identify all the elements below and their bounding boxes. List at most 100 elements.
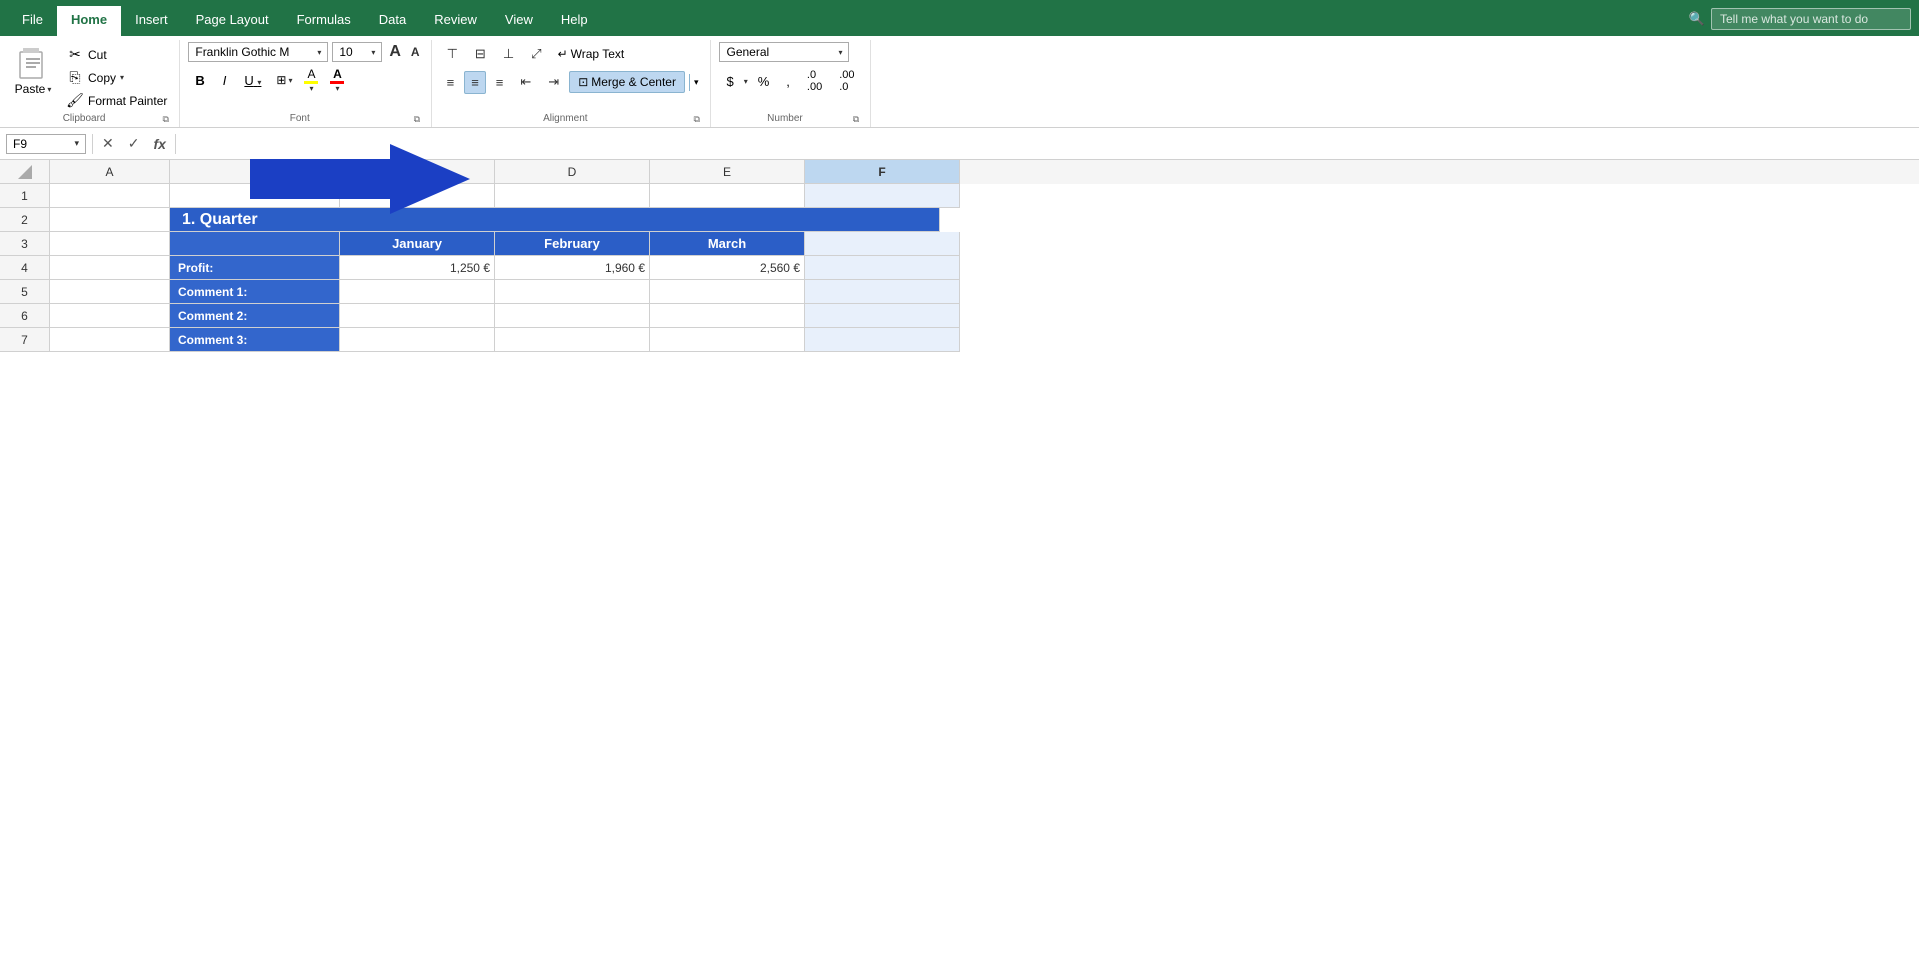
copy-button[interactable]: ⎘ Copy ▾ [62,67,171,88]
col-header-b[interactable]: B [170,160,340,184]
font-size-dropdown-arrow[interactable]: ▾ [371,48,375,57]
tab-formulas[interactable]: Formulas [283,6,365,36]
corner-cell[interactable] [0,160,50,184]
cell-f6[interactable] [805,304,960,328]
row-header-1[interactable]: 1 [0,184,50,208]
cell-b4[interactable]: Profit: [170,256,340,280]
cell-e3[interactable]: March [650,232,805,256]
cell-d7[interactable] [495,328,650,352]
number-expand-button[interactable]: ⧉ [850,113,861,125]
currency-dropdown-arrow[interactable]: ▾ [744,77,748,86]
col-header-f[interactable]: F [805,160,960,184]
indent-increase-button[interactable]: ⇥ [541,70,566,94]
alignment-expand-button[interactable]: ⧉ [691,113,702,125]
cell-d3[interactable]: February [495,232,650,256]
col-header-e[interactable]: E [650,160,805,184]
cell-e4[interactable]: 2,560 € [650,256,805,280]
align-bottom-button[interactable]: ⊥ [496,42,521,66]
search-input[interactable] [1711,8,1911,30]
cell-f4[interactable] [805,256,960,280]
cell-c1[interactable] [340,184,495,208]
cell-e1[interactable] [650,184,805,208]
cell-c7[interactable] [340,328,495,352]
font-color-button[interactable]: A ▾ [326,66,348,94]
cell-e7[interactable] [650,328,805,352]
bold-button[interactable]: B [188,70,211,91]
paste-dropdown-arrow[interactable]: ▾ [47,85,51,94]
paste-button[interactable]: Paste ▾ [8,42,58,100]
col-header-a[interactable]: A [50,160,170,184]
tab-help[interactable]: Help [547,6,602,36]
row-header-4[interactable]: 4 [0,256,50,280]
merge-center-dropdown-button[interactable]: ▾ [689,74,703,91]
font-expand-button[interactable]: ⧉ [411,113,422,125]
row-header-5[interactable]: 5 [0,280,50,304]
tab-home[interactable]: Home [57,6,121,36]
cell-b5[interactable]: Comment 1: [170,280,340,304]
tab-file[interactable]: File [8,6,57,36]
cell-f5[interactable] [805,280,960,304]
row-header-3[interactable]: 3 [0,232,50,256]
col-header-d[interactable]: D [495,160,650,184]
font-grow-button[interactable]: A [386,43,404,61]
cell-reference-box[interactable]: F9 ▾ [6,134,86,154]
cell-d5[interactable] [495,280,650,304]
cell-f1[interactable] [805,184,960,208]
row-header-6[interactable]: 6 [0,304,50,328]
currency-button[interactable]: $ [719,71,740,92]
formula-cancel-button[interactable]: ✕ [99,134,117,153]
align-top-button[interactable]: ⊤ [440,42,465,66]
font-name-selector[interactable]: Franklin Gothic M ▾ [188,42,328,62]
merge-center-button[interactable]: ⊡ Merge & Center [569,71,685,93]
tab-insert[interactable]: Insert [121,6,182,36]
italic-button[interactable]: I [216,70,234,91]
comma-button[interactable]: , [779,71,797,92]
indent-decrease-button[interactable]: ⇤ [513,70,538,94]
align-middle-button[interactable]: ⊟ [468,42,493,66]
orientation-button[interactable]: ⤢ [524,42,548,66]
underline-dropdown-arrow[interactable]: ▾ [257,78,261,87]
underline-button[interactable]: U ▾ [237,70,268,91]
col-header-c[interactable]: C [340,160,495,184]
clipboard-expand-button[interactable]: ⧉ [160,113,171,125]
borders-button[interactable]: ⊞ ▾ [272,71,296,89]
cell-b6[interactable]: Comment 2: [170,304,340,328]
fill-color-button[interactable]: A ▾ [300,66,322,94]
cell-f7[interactable] [805,328,960,352]
tab-page-layout[interactable]: Page Layout [182,6,283,36]
cell-d6[interactable] [495,304,650,328]
format-painter-button[interactable]: 🖌 Format Painter [62,90,171,111]
cell-c5[interactable] [340,280,495,304]
cell-a1[interactable] [50,184,170,208]
number-format-selector[interactable]: General ▾ [719,42,849,62]
formula-confirm-button[interactable]: ✓ [125,134,143,153]
tab-view[interactable]: View [491,6,547,36]
cell-b7[interactable]: Comment 3: [170,328,340,352]
cell-c3[interactable]: January [340,232,495,256]
cut-button[interactable]: ✂ Cut [62,44,171,65]
row-header-2[interactable]: 2 [0,208,50,232]
font-color-dropdown-arrow[interactable]: ▾ [335,84,339,93]
percent-button[interactable]: % [751,71,777,92]
cell-ref-dropdown-arrow[interactable]: ▾ [74,138,79,149]
formula-function-button[interactable]: fx [150,135,168,153]
copy-dropdown-arrow[interactable]: ▾ [120,73,124,82]
wrap-text-button[interactable]: ↵ Wrap Text [552,45,631,63]
borders-dropdown-arrow[interactable]: ▾ [288,76,292,85]
align-left-button[interactable]: ≡ [440,71,462,94]
align-right-button[interactable]: ≡ [489,71,511,94]
font-name-dropdown-arrow[interactable]: ▾ [317,48,321,57]
cell-b3[interactable] [170,232,340,256]
cell-d1[interactable] [495,184,650,208]
fill-color-dropdown-arrow[interactable]: ▾ [309,84,313,93]
cell-e6[interactable] [650,304,805,328]
font-size-selector[interactable]: 10 ▾ [332,42,382,62]
cell-c6[interactable] [340,304,495,328]
cell-a6[interactable] [50,304,170,328]
cell-b2-merged[interactable]: 1. Quarter [170,208,940,232]
font-shrink-button[interactable]: A [408,45,423,59]
row-header-7[interactable]: 7 [0,328,50,352]
cell-b1[interactable] [170,184,340,208]
tab-review[interactable]: Review [420,6,491,36]
cell-e5[interactable] [650,280,805,304]
